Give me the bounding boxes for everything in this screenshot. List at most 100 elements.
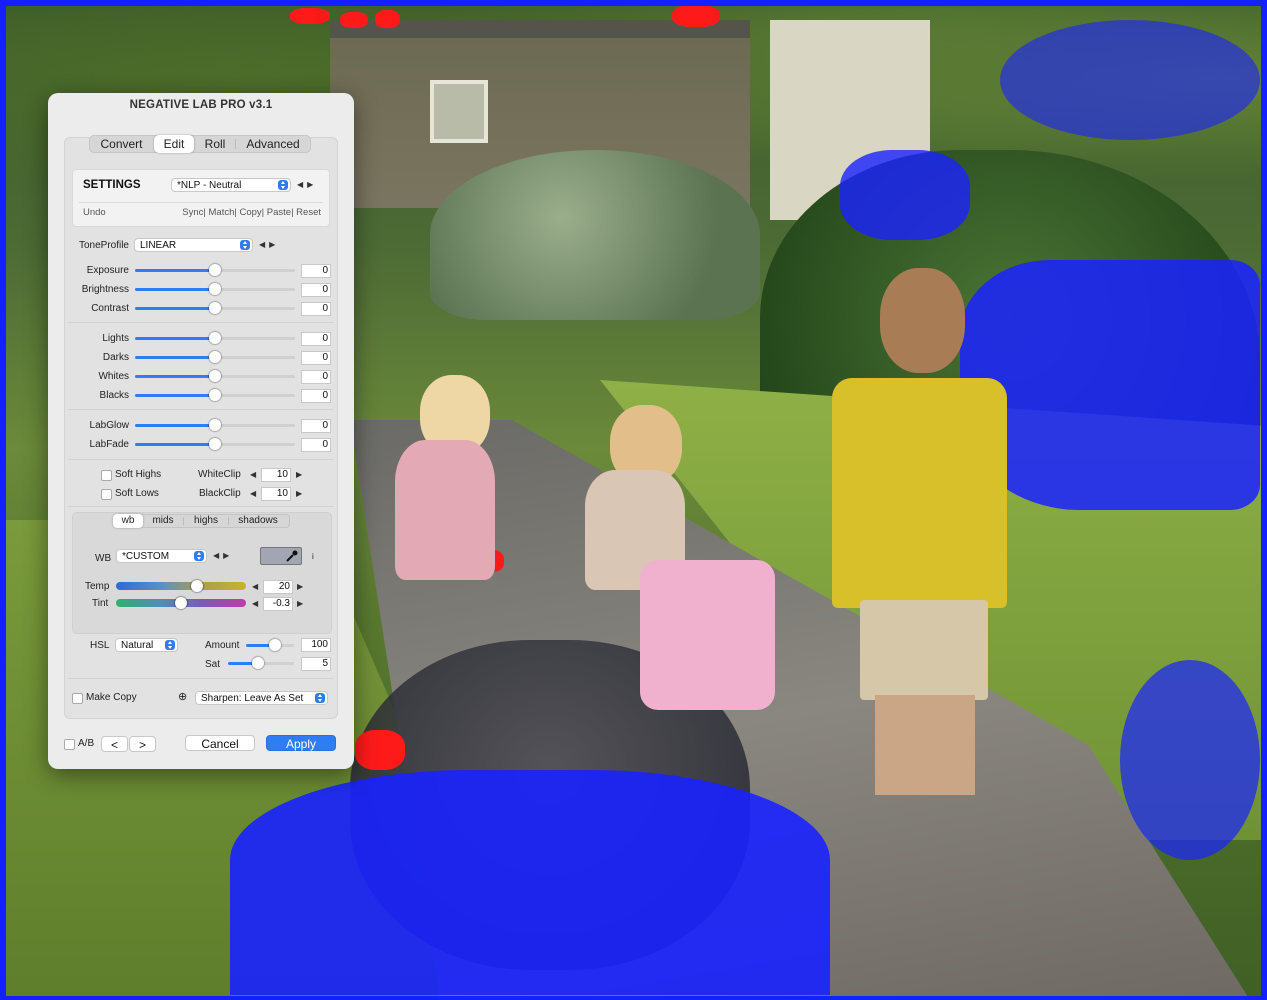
slider-knob[interactable]: [209, 302, 221, 314]
wb-eyedropper-swatch[interactable]: [260, 547, 302, 565]
wb-info-icon[interactable]: i: [312, 552, 314, 561]
highlight-clip-warning: [355, 730, 405, 770]
whiteclip-decrease-arrow[interactable]: ◀: [250, 470, 256, 479]
subtab-wb[interactable]: wb: [113, 514, 143, 528]
wb-preset-select[interactable]: *CUSTOM: [116, 549, 207, 563]
subtab-mids[interactable]: mids: [143, 514, 183, 528]
blacks-slider[interactable]: [135, 388, 295, 402]
tab-roll[interactable]: Roll: [195, 135, 235, 153]
whites-value[interactable]: 0: [301, 370, 331, 384]
make-copy-checkbox[interactable]: [72, 693, 83, 704]
darks-slider[interactable]: [135, 350, 295, 364]
lights-value[interactable]: 0: [301, 332, 331, 346]
labglow-value[interactable]: 0: [301, 419, 331, 433]
divider: [68, 322, 334, 323]
exposure-value[interactable]: 0: [301, 264, 331, 278]
tint-value[interactable]: -0.3: [263, 597, 293, 611]
divider: [68, 409, 334, 410]
amount-slider[interactable]: [246, 638, 294, 652]
preset-prev-next-arrows[interactable]: ◀▶: [297, 180, 317, 189]
girl-left: [395, 440, 495, 580]
preset-value: *NLP - Neutral: [177, 180, 242, 191]
toneprofile-select[interactable]: LINEAR: [134, 238, 253, 252]
labfade-value[interactable]: 0: [301, 438, 331, 452]
negative-lab-pro-panel: NEGATIVE LAB PRO v3.1 Convert Edit Roll …: [48, 93, 354, 769]
sat-value[interactable]: 5: [301, 657, 331, 671]
tab-edit[interactable]: Edit: [154, 135, 194, 153]
sat-slider[interactable]: [228, 656, 294, 670]
sync-match-copy-paste-reset-actions[interactable]: Sync| Match| Copy| Paste| Reset: [182, 207, 321, 218]
hsl-mode-select[interactable]: Natural: [115, 638, 178, 652]
divider: [68, 506, 334, 507]
add-icon[interactable]: ⊕: [178, 690, 187, 703]
slider-knob[interactable]: [209, 438, 221, 450]
tint-slider[interactable]: [116, 597, 246, 609]
temp-label: Temp: [85, 581, 110, 592]
temp-increase-arrow[interactable]: ▶: [297, 582, 303, 591]
temp-decrease-arrow[interactable]: ◀: [252, 582, 258, 591]
ab-label: A/B: [78, 738, 95, 749]
subtab-shadows[interactable]: shadows: [229, 514, 287, 528]
blackclip-value[interactable]: 10: [261, 487, 291, 501]
slider-knob[interactable]: [268, 639, 281, 651]
tint-increase-arrow[interactable]: ▶: [297, 599, 303, 608]
whiteclip-value[interactable]: 10: [261, 468, 291, 482]
slider-knob[interactable]: [209, 419, 221, 431]
amount-value[interactable]: 100: [301, 638, 331, 652]
slider-knob[interactable]: [209, 370, 221, 382]
slider-knob[interactable]: [251, 657, 264, 669]
darks-value[interactable]: 0: [301, 351, 331, 365]
whites-slider[interactable]: [135, 369, 295, 383]
settings-box: SETTINGS *NLP - Neutral ◀▶ Undo Sync| Ma…: [72, 169, 330, 227]
slider-knob[interactable]: [209, 351, 221, 363]
slider-knob[interactable]: [209, 332, 221, 344]
highlight-clip-warning: [672, 5, 720, 27]
blacks-value[interactable]: 0: [301, 389, 331, 403]
contrast-slider[interactable]: [135, 301, 295, 315]
brightness-value[interactable]: 0: [301, 283, 331, 297]
blackclip-decrease-arrow[interactable]: ◀: [250, 489, 256, 498]
soft-highs-label: Soft Highs: [115, 469, 162, 480]
slider-knob[interactable]: [209, 283, 221, 295]
highlight-clip-warning: [290, 8, 330, 24]
soft-lows-checkbox[interactable]: [101, 489, 112, 500]
undo-button[interactable]: Undo: [83, 207, 106, 218]
divider: [68, 678, 334, 679]
tint-decrease-arrow[interactable]: ◀: [252, 599, 258, 608]
soft-highs-checkbox[interactable]: [101, 470, 112, 481]
whiteclip-label: WhiteClip: [198, 469, 241, 480]
subtab-highs[interactable]: highs: [184, 514, 228, 528]
slider-knob[interactable]: [209, 389, 221, 401]
wb-prev-next-arrows[interactable]: ◀▶: [213, 551, 233, 560]
brightness-slider[interactable]: [135, 282, 295, 296]
contrast-value[interactable]: 0: [301, 302, 331, 316]
tab-convert[interactable]: Convert: [89, 135, 154, 153]
wb-label: WB: [95, 553, 112, 564]
tab-advanced[interactable]: Advanced: [236, 135, 310, 153]
temp-slider[interactable]: [116, 580, 246, 592]
hsl-label: HSL: [90, 640, 110, 651]
labglow-slider[interactable]: [135, 418, 295, 432]
shadow-clip-warning: [1120, 660, 1260, 860]
previous-button[interactable]: <: [101, 736, 128, 752]
apply-button[interactable]: Apply: [266, 735, 336, 751]
temp-value[interactable]: 20: [263, 580, 293, 594]
lights-slider[interactable]: [135, 331, 295, 345]
select-caret-icon: [278, 180, 288, 190]
preset-select[interactable]: *NLP - Neutral: [171, 178, 291, 192]
sharpen-select[interactable]: Sharpen: Leave As Set: [195, 691, 328, 705]
temp-slider-knob[interactable]: [190, 580, 203, 592]
tint-slider-knob[interactable]: [175, 597, 187, 609]
labfade-slider[interactable]: [135, 437, 295, 451]
cancel-button[interactable]: Cancel: [185, 735, 255, 751]
exposure-slider[interactable]: [135, 263, 295, 277]
whiteclip-increase-arrow[interactable]: ▶: [296, 470, 302, 479]
slider-knob[interactable]: [209, 264, 221, 276]
blackclip-increase-arrow[interactable]: ▶: [296, 489, 302, 498]
shadow-clip-warning: [840, 150, 970, 240]
ab-checkbox[interactable]: [64, 739, 75, 750]
toneprofile-label: ToneProfile: [78, 240, 129, 251]
toneprofile-prev-next-arrows[interactable]: ◀▶: [259, 240, 279, 249]
tint-label: Tint: [92, 598, 109, 609]
next-button[interactable]: >: [129, 736, 156, 752]
